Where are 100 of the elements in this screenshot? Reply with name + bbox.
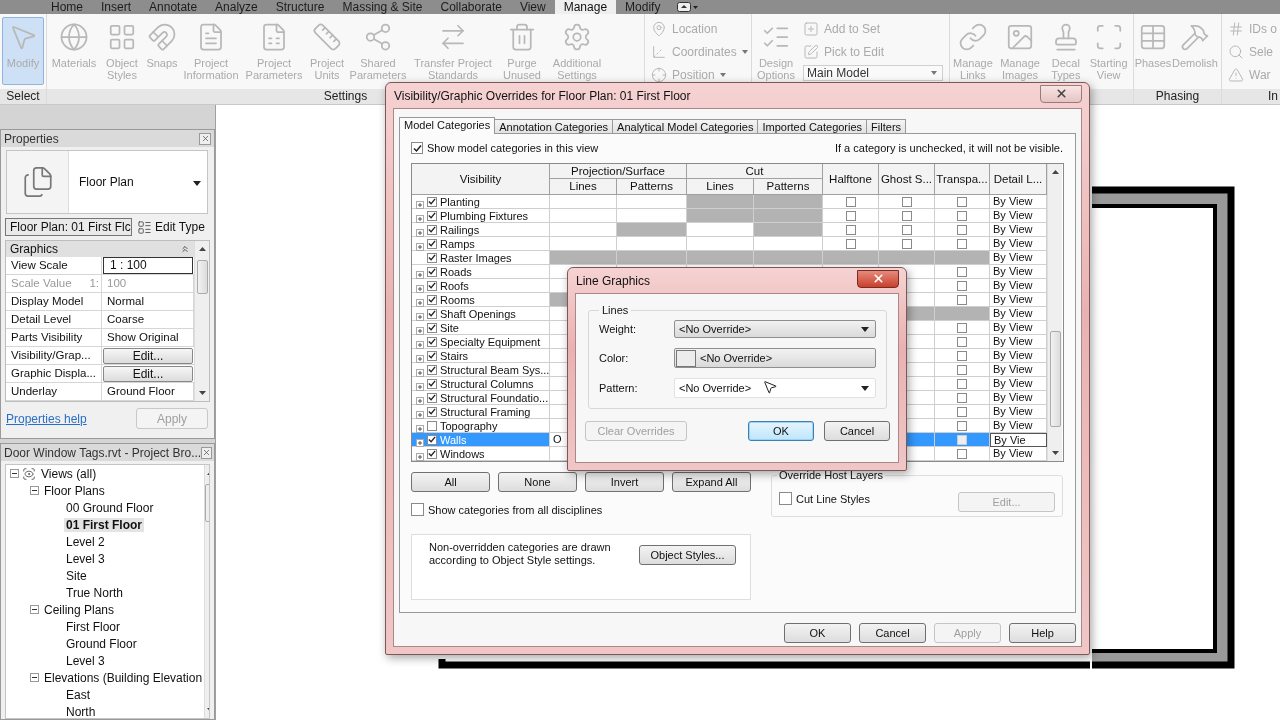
collapse-icon[interactable] <box>30 486 39 495</box>
option-dropdown[interactable]: <No Override> <box>674 378 876 398</box>
checkbox[interactable] <box>957 266 967 277</box>
category-cell[interactable]: Rooms <box>412 293 550 307</box>
detail-level-cell[interactable]: By View <box>990 363 1047 377</box>
checkbox[interactable] <box>845 224 856 235</box>
detail-level-cell[interactable]: By View <box>990 349 1047 363</box>
checkbox[interactable] <box>427 196 437 207</box>
checkbox[interactable] <box>957 336 967 347</box>
checkbox[interactable] <box>957 280 967 291</box>
checkbox[interactable] <box>957 322 967 333</box>
detail-level-cell[interactable]: By Vie <box>990 433 1047 447</box>
table-cell[interactable] <box>687 223 754 237</box>
option-dropdown[interactable]: <No Override> <box>674 320 876 338</box>
category-cell[interactable]: Specialty Equipment <box>412 335 550 349</box>
override-value[interactable]: O <box>550 433 562 446</box>
category-cell[interactable]: Shaft Openings <box>412 307 550 321</box>
table-cell[interactable] <box>879 209 935 223</box>
category-cell[interactable]: Plumbing Fixtures <box>412 209 550 223</box>
detail-level-cell[interactable]: By View <box>990 209 1047 223</box>
category-cell[interactable]: Site <box>412 321 550 335</box>
tree-item[interactable]: 00 Ground Floor <box>64 500 156 515</box>
tree-item[interactable]: Views (all) <box>39 466 99 481</box>
checkbox[interactable] <box>957 224 967 235</box>
table-cell[interactable] <box>550 195 617 209</box>
category-cell[interactable]: Windows <box>412 447 550 461</box>
table-cell[interactable] <box>823 209 879 223</box>
color-button[interactable]: <No Override> <box>674 348 876 368</box>
edit-type-button[interactable]: Edit Type <box>137 219 205 235</box>
table-cell[interactable] <box>617 209 687 223</box>
dialog-tab[interactable]: Model Categories <box>399 117 496 134</box>
checkbox[interactable] <box>957 420 967 431</box>
edit-button[interactable]: Edit... <box>103 366 193 382</box>
type-selector[interactable]: Floor Plan <box>6 150 208 214</box>
table-cell[interactable] <box>935 447 990 461</box>
view-dropdown[interactable]: Floor Plan: 01 First Flc <box>5 218 132 236</box>
checkbox[interactable] <box>411 503 424 516</box>
detail-level-cell[interactable]: By View <box>990 405 1047 419</box>
dialog-button[interactable]: OK <box>748 421 814 441</box>
checkbox[interactable] <box>427 308 437 319</box>
table-cell[interactable] <box>935 237 990 251</box>
detail-level-cell[interactable]: By View <box>990 391 1047 405</box>
scrollbar[interactable] <box>194 241 209 401</box>
checkbox[interactable] <box>845 210 856 221</box>
dialog-button[interactable]: Help <box>1009 623 1076 643</box>
scrollbar[interactable] <box>1047 164 1062 461</box>
object-styles-button[interactable]: Object Styles... <box>639 545 736 565</box>
table-cell[interactable] <box>550 209 617 223</box>
table-cell[interactable] <box>935 419 990 433</box>
table-cell[interactable] <box>823 223 879 237</box>
checkbox[interactable] <box>427 364 437 375</box>
table-action-button[interactable]: All <box>411 472 490 492</box>
table-cell[interactable] <box>935 349 990 363</box>
tree-item[interactable]: Elevations (Building Elevation <box>42 670 205 685</box>
checkbox[interactable] <box>845 196 856 207</box>
checkbox[interactable] <box>427 238 437 249</box>
dialog-tab[interactable]: Imported Categories <box>757 119 868 134</box>
detail-level-cell[interactable]: By View <box>990 293 1047 307</box>
checkbox[interactable] <box>427 434 437 445</box>
dialog-button[interactable]: Cancel <box>859 623 926 643</box>
checkbox[interactable] <box>957 294 967 305</box>
detail-level-cell[interactable]: By View <box>990 321 1047 335</box>
table-cell[interactable] <box>935 265 990 279</box>
tree-item[interactable]: Floor Plans <box>42 483 107 498</box>
table-cell[interactable] <box>617 195 687 209</box>
checkbox[interactable] <box>427 294 437 305</box>
table-cell[interactable] <box>935 209 990 223</box>
checkbox[interactable] <box>957 406 967 417</box>
checkbox[interactable] <box>901 238 912 249</box>
category-cell[interactable]: Raster Images <box>412 251 550 265</box>
checkbox[interactable] <box>427 266 437 277</box>
checkbox[interactable] <box>957 364 967 375</box>
tree-item[interactable]: Ceiling Plans <box>42 602 117 617</box>
checkbox[interactable] <box>411 142 423 154</box>
category-cell[interactable]: Structural Columns <box>412 377 550 391</box>
detail-level-cell[interactable]: By View <box>990 237 1047 251</box>
detail-level-cell[interactable]: By View <box>990 377 1047 391</box>
category-cell[interactable]: Railings <box>412 223 550 237</box>
table-cell[interactable] <box>617 237 687 251</box>
tree-item[interactable]: North <box>64 704 98 718</box>
table-cell[interactable] <box>935 279 990 293</box>
checkbox[interactable] <box>427 336 437 347</box>
ribbon-toggle-icon[interactable] <box>677 2 700 12</box>
table-cell[interactable] <box>935 335 990 349</box>
table-action-button[interactable]: Invert <box>585 472 664 492</box>
scroll-thumb[interactable] <box>196 260 208 294</box>
table-cell[interactable] <box>823 237 879 251</box>
detail-level-cell[interactable]: By View <box>990 195 1047 209</box>
scroll-down-icon[interactable] <box>197 388 207 397</box>
section-header[interactable]: Graphics <box>6 241 194 257</box>
checkbox[interactable] <box>427 350 437 361</box>
detail-level-cell[interactable]: By View <box>990 223 1047 237</box>
tree-item[interactable]: Ground Floor <box>64 636 139 651</box>
checkbox[interactable] <box>427 210 437 221</box>
collapse-icon[interactable] <box>10 469 19 478</box>
category-cell[interactable]: Planting <box>412 195 550 209</box>
category-cell[interactable]: Topography <box>412 419 550 433</box>
tree-item[interactable]: Level 3 <box>64 551 107 566</box>
checkbox[interactable] <box>957 238 967 249</box>
scroll-up-icon[interactable] <box>1050 168 1060 177</box>
